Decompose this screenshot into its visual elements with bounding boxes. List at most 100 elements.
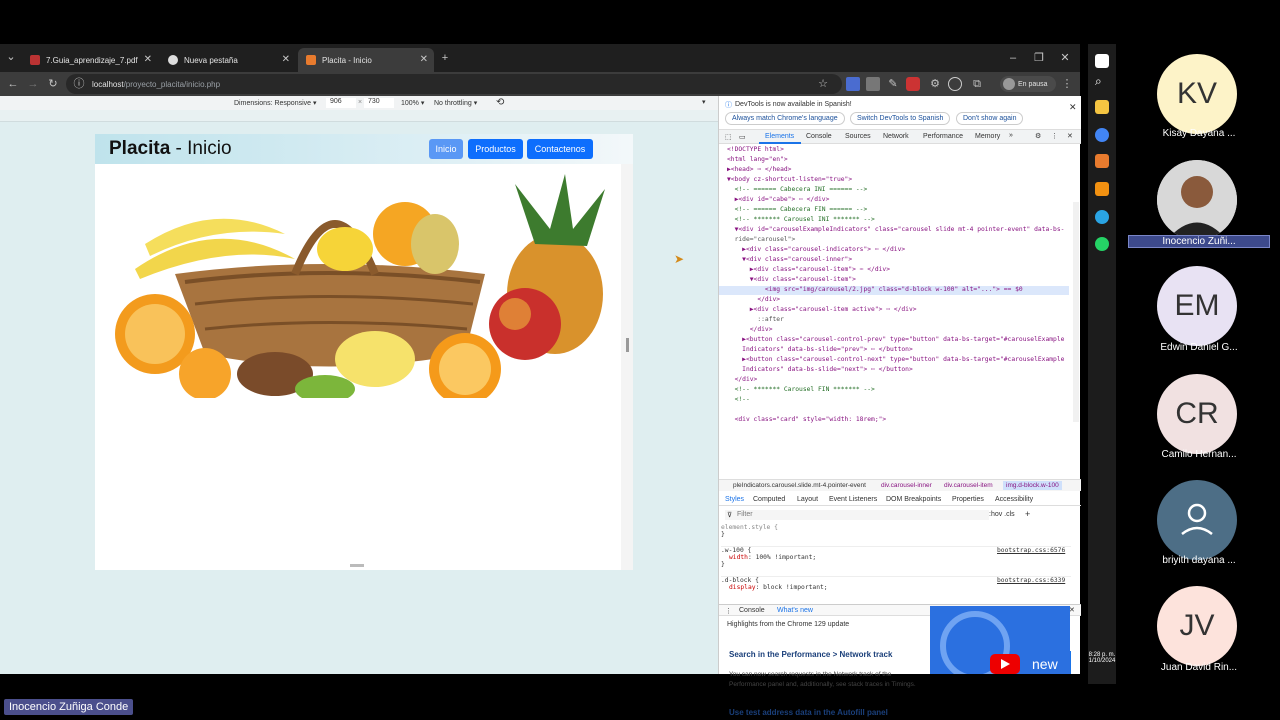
tab-search-icon[interactable]: ⌄ <box>4 50 18 64</box>
rule-source-link[interactable]: bootstrap.css:6576 <box>997 547 1065 554</box>
code-line[interactable]: <!-- ====== Cabecera FIN ====== --> <box>727 206 868 213</box>
back-icon[interactable]: ← <box>6 77 20 91</box>
drawer-menu-icon[interactable]: ⋮ <box>725 607 732 615</box>
participant-avatar[interactable]: JV <box>1157 586 1237 666</box>
code-line[interactable]: <!DOCTYPE html> <box>727 146 784 153</box>
code-line[interactable]: </div> <box>727 376 758 383</box>
page-scrollbar[interactable] <box>621 164 633 570</box>
window-close-icon[interactable]: ✕ <box>1058 51 1072 65</box>
dont-show-button[interactable]: Don't show again <box>956 112 1024 125</box>
code-line[interactable]: Indicators" data-bs-slide="next"> ⋯ </bu… <box>727 366 913 373</box>
breadcrumb-item[interactable]: div.carousel-inner <box>881 482 932 489</box>
nav-productos-button[interactable]: Productos <box>468 139 523 159</box>
code-line[interactable]: ▶<div class="carousel-item"> ⋯ </div> <box>727 266 890 273</box>
close-icon[interactable]: ✕ <box>1067 132 1073 140</box>
code-line[interactable]: ▶<button class="carousel-control-next" t… <box>727 356 1064 363</box>
nav-contactenos-button[interactable]: Contactenos <box>527 139 593 159</box>
switch-spanish-button[interactable]: Switch DevTools to Spanish <box>850 112 951 125</box>
tab-new[interactable]: Nueva pestaña ✕ <box>160 48 296 72</box>
viewport-resize-handle[interactable] <box>626 338 629 352</box>
extension-translate-icon[interactable] <box>846 77 860 91</box>
puzzle-icon[interactable]: ⧉ <box>970 77 984 91</box>
dimensions-select[interactable]: Dimensions: Responsive ▾ <box>234 99 317 107</box>
site-info-icon[interactable]: ⓘ <box>72 77 86 91</box>
more-tabs-icon[interactable]: » <box>1009 132 1013 139</box>
inspect-icon[interactable]: ⬚ <box>725 133 732 141</box>
code-line[interactable]: ▶<head> ⋯ </head> <box>727 166 791 173</box>
minimize-icon[interactable]: – <box>1006 51 1020 65</box>
code-line[interactable]: <!-- ******* Carousel INI ******* --> <box>727 216 875 223</box>
code-line[interactable]: ▶<button class="carousel-control-prev" t… <box>727 336 1064 343</box>
search-icon[interactable]: ⌕ <box>1095 74 1109 88</box>
rule-source-link[interactable]: bootstrap.css:6339 <box>997 577 1065 584</box>
code-line[interactable]: ▶<div class="carousel-indicators"> ⋯ </d… <box>727 246 905 253</box>
extension-circle-icon[interactable] <box>948 77 962 91</box>
code-line[interactable]: ▶<div class="carousel-item active"> ⋯ </… <box>727 306 917 313</box>
pen-icon[interactable]: ✎ <box>886 77 900 91</box>
windows-start-icon[interactable] <box>1095 54 1109 68</box>
sublime-icon[interactable] <box>1095 182 1109 196</box>
add-rule-icon[interactable]: + <box>1025 509 1030 519</box>
code-line[interactable]: <div class="card" style="width: 18rem;"> <box>727 416 887 423</box>
tab-layout[interactable]: Layout <box>797 496 818 503</box>
code-line[interactable]: ▶<div id="cabe"> ⋯ </div> <box>727 196 830 203</box>
whats-new-video-thumbnail[interactable]: new <box>930 606 1070 674</box>
forward-icon[interactable]: → <box>26 77 40 91</box>
address-bar[interactable]: ⓘ localhost/proyecto_placita/inicio.php … <box>66 74 842 94</box>
code-line[interactable]: ▼<body cz-shortcut-listen="true"> <box>727 176 852 183</box>
close-icon[interactable]: ✕ <box>420 54 428 65</box>
participant-avatar[interactable] <box>1157 480 1237 560</box>
tab-event-listeners[interactable]: Event Listeners <box>829 496 877 503</box>
tab-properties[interactable]: Properties <box>952 496 984 503</box>
drawer-tab-whats-new[interactable]: What's new <box>777 607 813 614</box>
nav-inicio-button[interactable]: Inicio <box>429 139 463 159</box>
news-title[interactable]: Search in the Performance > Network trac… <box>729 650 892 659</box>
profile-button[interactable]: En pausa <box>1000 76 1056 92</box>
extension-red-icon[interactable] <box>906 77 920 91</box>
device-icon[interactable]: ▭ <box>739 133 746 141</box>
tab-console[interactable]: Console <box>806 133 832 140</box>
tab-pdf[interactable]: 7.Guia_aprendizaje_7.pdf ✕ <box>22 48 158 72</box>
device-menu-icon[interactable]: ▾ <box>702 98 706 106</box>
participant-avatar[interactable]: CR <box>1157 374 1237 454</box>
code-line[interactable]: ride="carousel"> <box>727 236 796 243</box>
tab-styles[interactable]: Styles <box>725 496 744 503</box>
tab-placita[interactable]: Placita - Inicio ✕ <box>298 48 434 72</box>
hov-cls-toggle[interactable]: :hov .cls <box>989 511 1015 518</box>
throttling-select[interactable]: No throttling ▾ <box>434 99 477 107</box>
tab-elements[interactable]: Elements <box>765 133 794 140</box>
code-line[interactable]: ▼<div class="carousel-inner"> <box>727 256 852 263</box>
close-icon[interactable]: ✕ <box>1069 102 1077 113</box>
tab-network[interactable]: Network <box>883 133 909 140</box>
breadcrumb-item[interactable]: pleIndicators.carousel.slide.mt-4.pointe… <box>733 482 866 489</box>
new-tab-icon[interactable]: + <box>438 51 452 65</box>
file-explorer-icon[interactable] <box>1095 100 1109 114</box>
width-input[interactable]: 906 <box>326 98 356 108</box>
match-language-button[interactable]: Always match Chrome's language <box>725 112 845 125</box>
breadcrumb-item-active[interactable]: img.d-block.w-100 <box>1003 481 1062 490</box>
code-line[interactable]: ::after <box>727 316 784 323</box>
tab-sources[interactable]: Sources <box>845 133 871 140</box>
elements-scrollbar[interactable] <box>1073 202 1079 422</box>
styles-filter-input[interactable]: ⊽ Filter <box>725 510 989 520</box>
gear-icon[interactable]: ⚙ <box>1035 132 1041 140</box>
tab-accessibility[interactable]: Accessibility <box>995 496 1033 503</box>
carousel-image[interactable] <box>95 164 621 398</box>
participant-avatar[interactable]: EM <box>1157 266 1237 346</box>
system-clock[interactable]: 8:28 p. m. 1/10/2024 <box>1082 652 1122 664</box>
drawer-tab-console[interactable]: Console <box>739 607 765 614</box>
height-input[interactable]: 730 <box>364 98 394 108</box>
breadcrumb-item[interactable]: div.carousel-item <box>944 482 993 489</box>
close-icon[interactable]: ✕ <box>282 54 290 65</box>
tab-memory[interactable]: Memory <box>975 133 1000 140</box>
reload-icon[interactable]: ↻ <box>46 77 60 91</box>
resize-handle[interactable] <box>350 564 364 567</box>
chrome-icon[interactable] <box>1095 128 1109 142</box>
code-line[interactable]: ▼<div id="carouselExampleIndicators" cla… <box>727 226 1065 233</box>
code-line[interactable]: </div> <box>727 296 780 303</box>
zoom-select[interactable]: 100% ▾ <box>401 99 424 107</box>
xampp-icon[interactable] <box>1095 154 1109 168</box>
code-line[interactable]: <!-- ====== Cabecera INI ====== --> <box>727 186 868 193</box>
code-line[interactable]: </div> <box>727 326 773 333</box>
extension-icon[interactable] <box>866 77 880 91</box>
